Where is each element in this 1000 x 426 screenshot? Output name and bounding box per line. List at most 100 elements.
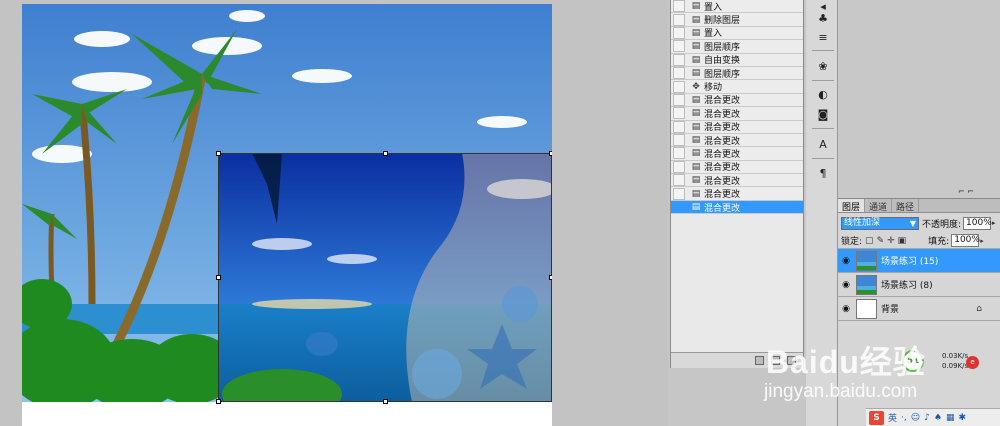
history-brush-source-toggle[interactable] [673,187,685,200]
layer-icon: ▤ [691,94,701,105]
eye-icon[interactable]: ◉ [838,304,854,314]
masks-icon[interactable]: ◙ [816,108,830,122]
history-brush-source-toggle[interactable] [673,107,685,120]
opacity-slider-arrow-icon[interactable]: ▸ [992,219,996,227]
history-state[interactable]: ▤ 混合更改 [671,120,803,134]
history-brush-source-toggle[interactable] [673,120,685,133]
history-state[interactable]: ▤ 混合更改 [671,93,803,108]
keyboard-icon[interactable]: ▦ [946,413,955,423]
history-state[interactable]: ▤ 图层顺序 [671,66,803,81]
tab-layers[interactable]: 图层 [838,199,866,213]
microphone-icon[interactable]: ♪ [924,413,930,423]
history-state[interactable]: ▤ 图层顺序 [671,40,803,54]
history-state[interactable]: ✥ 移动 [671,80,803,94]
history-state[interactable]: ▤ 混合更改 [671,107,803,121]
layer-row[interactable]: ◉ 背景 ⌂ [838,297,1000,321]
layer-icon: ▤ [691,175,701,186]
layer-thumbnail[interactable] [856,250,877,271]
history-state[interactable]: ▤ 混合更改 [671,147,803,161]
history-state[interactable]: ▤ 混合更改 [671,174,803,188]
history-state-label: 混合更改 [704,163,741,174]
layer-thumbnail[interactable] [856,298,877,319]
history-brush-source-toggle[interactable] [673,80,685,93]
punctuation-icon[interactable]: ·, [901,413,907,423]
history-brush-source-toggle[interactable] [673,40,685,53]
fill-input[interactable]: 100% [951,234,980,247]
layer-icon: ▤ [691,188,701,199]
tab-channels[interactable]: 通道 [865,199,893,213]
layer-thumbnail[interactable] [856,274,877,295]
clone-source-icon[interactable]: ♣ [816,12,830,26]
document-canvas[interactable] [22,4,552,426]
history-state-label: 删除图层 [704,16,741,27]
layer-name[interactable]: 背景 [881,302,899,315]
blend-mode-select[interactable]: 线性加深 ▼ [841,216,919,230]
history-brush-source-toggle[interactable] [673,67,685,80]
layer-name[interactable]: 场景练习 (15) [881,254,938,267]
history-state[interactable]: ▤ 置入 [671,0,803,14]
history-brush-source-toggle[interactable] [673,93,685,106]
transform-handle-left[interactable] [216,275,221,280]
layer-icon: ▤ [691,108,701,119]
canvas-area[interactable] [0,0,668,426]
transform-handle-top[interactable] [383,151,388,156]
tab-paths[interactable]: 路径 [892,199,920,213]
fill-slider-arrow-icon[interactable]: ▸ [980,237,984,245]
skin-icon[interactable]: ♠ [934,413,942,423]
transform-handle-bottom-left[interactable] [216,399,221,404]
layer-name[interactable]: 场景练习 (8) [881,278,933,291]
opacity-input[interactable]: 100% [963,216,992,230]
adjustments-icon[interactable]: ◐ [816,88,830,102]
history-state[interactable]: ▤ 混合更改 [671,133,803,148]
eye-icon[interactable]: ◉ [838,280,854,290]
history-state-label: 自由变换 [704,56,741,67]
accelerate-icon[interactable]: e [966,356,979,369]
history-state-label: 混合更改 [704,123,741,134]
history-state[interactable]: ▤ 置入 [671,26,803,41]
layer-row[interactable]: ◉ 场景练习 (8) [838,273,1000,297]
history-brush-source-toggle[interactable] [673,134,685,147]
move-icon: ✥ [692,81,700,92]
history-brush-source-toggle[interactable] [673,26,685,39]
transform-handle-bottom[interactable] [383,399,388,404]
upper-panel-area: ⌐ ⌐ [838,0,1000,198]
history-brush-source-toggle[interactable] [673,13,685,26]
free-transform-box[interactable] [216,151,552,404]
panel-resize-icon[interactable]: ⌐ ⌐ [958,187,974,196]
history-state[interactable]: ▤ 混合更改 [671,187,803,201]
eye-icon[interactable]: ◉ [838,256,854,266]
transform-handle-top-left[interactable] [216,151,221,156]
lock-image-icon[interactable]: ✎ [877,236,885,246]
network-speed-widget[interactable]: 51 0.03K/s 0.09K/s e [900,346,996,376]
history-brush-source-toggle[interactable] [673,201,685,214]
lock-position-icon[interactable]: ✛ [887,236,895,246]
paragraph-icon[interactable]: ¶ [816,167,830,181]
history-brush-source-toggle[interactable] [673,174,685,187]
lock-transparent-icon[interactable]: ▢ [865,236,874,246]
history-brush-source-toggle[interactable] [673,0,685,13]
brush-preset-icon[interactable]: ≡ [816,31,830,45]
new-document-from-state-button[interactable] [755,356,764,365]
character-icon[interactable]: A [816,138,830,152]
delete-state-button[interactable] [787,356,796,365]
lock-all-icon[interactable]: ▣ [898,236,907,246]
transform-handle-top-right[interactable] [549,151,552,156]
history-state[interactable]: ▤ 混合更改 [671,160,803,175]
sogou-logo-icon[interactable]: S [869,410,884,425]
transform-handle-right[interactable] [549,275,552,280]
layer-icon: ▤ [691,27,701,38]
history-state[interactable]: ▤ 自由变换 [671,53,803,67]
history-state[interactable]: ▤ 删除图层 [671,13,803,27]
layer-row[interactable]: ◉ 场景练习 (15) [838,249,1000,273]
swatches-icon[interactable]: ❀ [816,60,830,74]
ime-mode-toggle[interactable]: 英 [888,411,897,424]
emoji-icon[interactable]: ☺ [911,413,920,423]
new-snapshot-button[interactable] [771,356,780,365]
history-brush-source-toggle[interactable] [673,53,685,66]
layer-icon: ▤ [691,121,701,132]
history-brush-source-toggle[interactable] [673,147,685,160]
layer-icon: ▤ [691,41,701,52]
history-state[interactable]: ▤ 混合更改 [671,200,803,215]
toolbox-icon[interactable]: ✱ [958,413,966,423]
history-brush-source-toggle[interactable] [673,160,685,173]
